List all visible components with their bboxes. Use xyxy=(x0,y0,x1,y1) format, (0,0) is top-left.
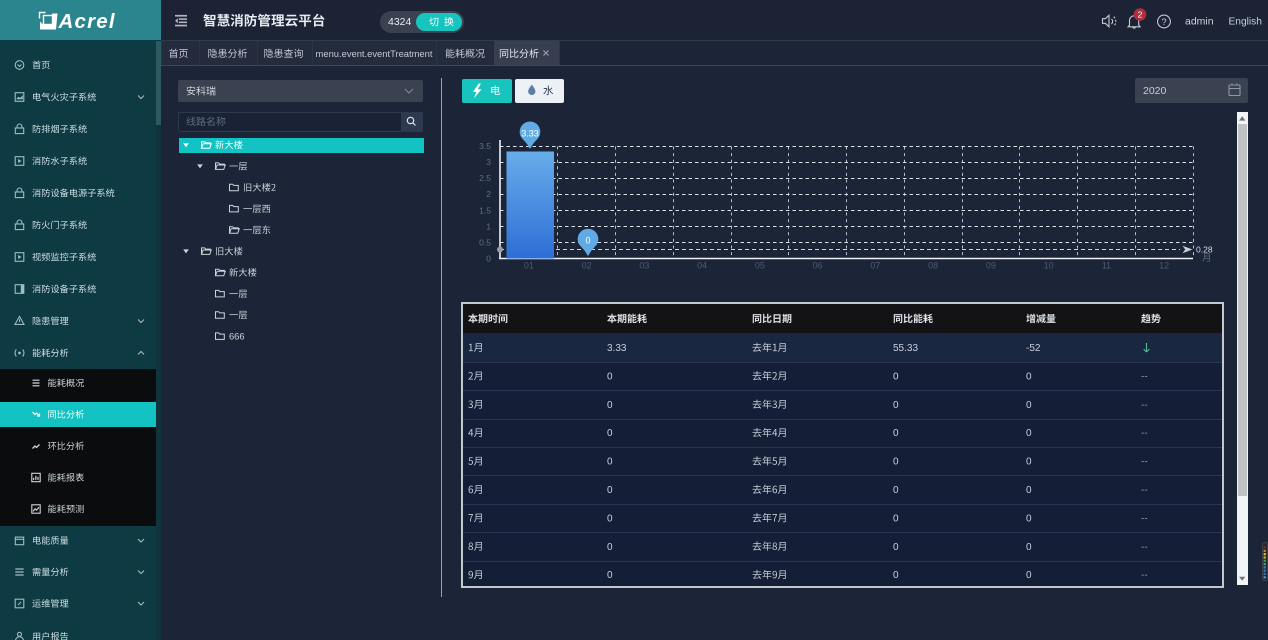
svg-text:3: 3 xyxy=(486,157,491,167)
svg-text:0.5: 0.5 xyxy=(479,237,491,247)
svg-text:0: 0 xyxy=(585,236,590,246)
svg-text:05: 05 xyxy=(755,261,765,271)
svg-text:1: 1 xyxy=(486,221,491,231)
svg-text:04: 04 xyxy=(697,261,707,271)
svg-text:03: 03 xyxy=(639,261,649,271)
svg-text:10: 10 xyxy=(1044,261,1054,271)
svg-text:11: 11 xyxy=(1102,261,1111,271)
svg-text:0.28: 0.28 xyxy=(1196,245,1213,255)
svg-text:3.5: 3.5 xyxy=(479,141,491,151)
svg-text:2.5: 2.5 xyxy=(479,173,491,183)
svg-text:02: 02 xyxy=(582,261,592,271)
svg-text:2: 2 xyxy=(486,189,491,199)
svg-text:1.5: 1.5 xyxy=(479,205,491,215)
svg-text:08: 08 xyxy=(928,261,938,271)
svg-text:3.33: 3.33 xyxy=(521,128,539,138)
svg-text:01: 01 xyxy=(524,261,534,271)
svg-text:0: 0 xyxy=(486,254,491,264)
svg-text:12: 12 xyxy=(1159,261,1169,271)
svg-text:07: 07 xyxy=(870,261,880,271)
svg-text:06: 06 xyxy=(813,261,823,271)
svg-text:666: 666 xyxy=(229,332,245,342)
svg-text:09: 09 xyxy=(986,261,996,271)
